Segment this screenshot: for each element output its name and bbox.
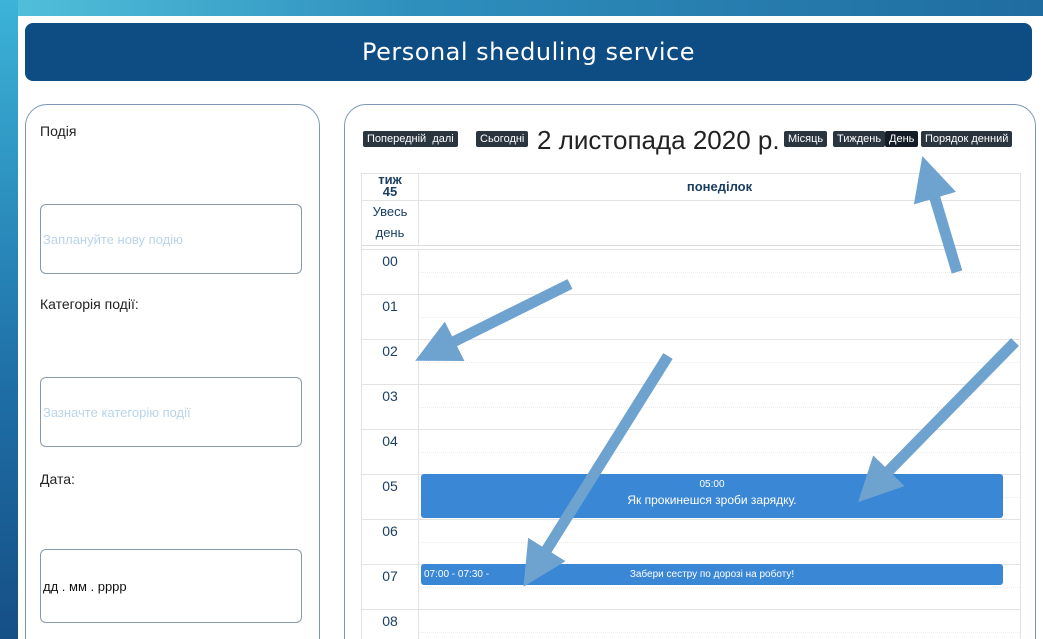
view-week-button[interactable]: Тиждень [833,131,886,147]
date-label: Дата: [40,471,75,487]
event-form-panel: Подія Заплануйте нову подію Категорія по… [25,104,320,639]
event-title: Забери сестру по дорозі на роботу! [629,569,795,580]
event-block[interactable]: 05:00 Як прокинешся зроби зарядку. [421,474,1003,518]
day-grid: тиж 45 понеділок Увесь день 00 01 02 03 [361,173,1021,639]
event-input[interactable]: Заплануйте нову подію [40,204,302,274]
date-input-value: дд . мм . рррр [43,578,127,594]
week-number: 45 [382,184,398,199]
view-month-button[interactable]: Місяць [784,131,828,147]
event-label: Подія [40,123,77,139]
app-title: Personal sheduling service [362,38,695,66]
allday-label-line1: Увесь [372,204,408,219]
view-agenda-button[interactable]: Порядок денний [921,131,1013,147]
event-block[interactable]: 07:00 - 07:30 - Забери сестру по дорозі … [421,564,1003,585]
hour-row[interactable]: 06 [362,519,1020,565]
prev-button[interactable]: Попередній далі [363,131,458,147]
hour-label: 07 [362,565,419,610]
hour-label: 06 [362,520,419,565]
event-input-placeholder: Заплануйте нову подію [43,231,183,247]
half-hour-line [419,362,1020,363]
category-label: Категорія події: [40,296,139,312]
week-number-cell: тиж 45 [362,173,419,200]
half-hour-line [419,317,1020,318]
date-input[interactable]: дд . мм . рррр [40,549,302,623]
allday-slot[interactable] [419,200,1020,245]
calendar-toolbar: Попередній далі Сьогодні 2 листопада 202… [363,125,1019,155]
hour-label: 02 [362,340,419,385]
half-hour-line [419,542,1020,543]
today-button[interactable]: Сьогодні [476,131,529,147]
calendar-title: 2 листопада 2020 р. [537,125,780,155]
view-day-button[interactable]: День [885,131,919,147]
hour-label: 03 [362,385,419,430]
hour-label: 05 [362,475,419,520]
hour-label: 00 [362,250,419,295]
category-input-placeholder: Зазначте категорію події [43,404,191,420]
half-hour-line [419,632,1020,633]
hour-row[interactable]: 01 [362,294,1020,340]
half-hour-line [419,587,1020,588]
half-hour-line [419,452,1020,453]
hour-label: 01 [362,295,419,340]
hour-label: 04 [362,430,419,475]
app-title-banner: Personal sheduling service [25,23,1032,81]
top-decor-stripe [0,0,1043,16]
hour-row[interactable]: 04 [362,429,1020,475]
left-decor-stripe [0,0,18,639]
half-hour-line [419,407,1020,408]
event-time: 07:00 - 07:30 - [424,569,490,580]
event-title: Як прокинешся зроби зарядку. [627,493,797,507]
calendar-panel: Попередній далі Сьогодні 2 листопада 202… [344,104,1036,639]
category-input[interactable]: Зазначте категорію події [40,377,302,447]
hour-row[interactable]: 00 [362,249,1020,295]
hour-row[interactable]: 02 [362,339,1020,385]
hour-row[interactable]: 03 [362,384,1020,430]
hour-label: 08 [362,610,419,639]
event-time: 05:00 [699,479,725,490]
next-button-label[interactable]: далі [432,133,453,145]
screen: Personal sheduling service Подія Заплану… [0,0,1043,639]
allday-label-line2: день [375,225,405,240]
half-hour-line [419,272,1020,273]
allday-label-cell: Увесь день [362,200,419,245]
day-header: понеділок [419,173,1020,200]
prev-button-label: Попередній [367,133,427,145]
hour-row[interactable]: 08 [362,609,1020,639]
